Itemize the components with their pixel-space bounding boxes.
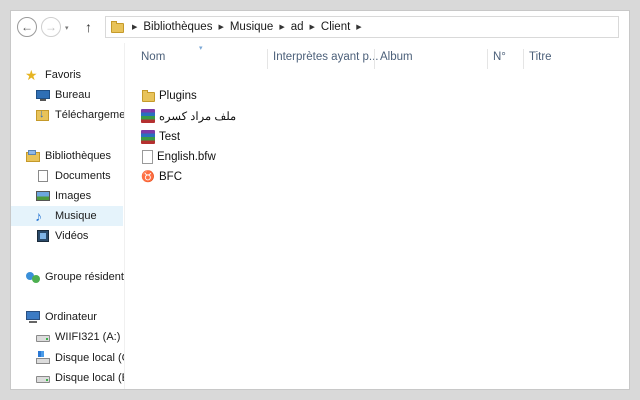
sidebar-item-drive-e[interactable]: Disque local (E:) bbox=[35, 368, 124, 388]
up-one-level-button[interactable]: ↑ bbox=[85, 19, 92, 35]
file-name: BFC bbox=[159, 171, 182, 183]
desktop-icon bbox=[35, 88, 51, 102]
sidebar-item-label: Groupe résidentiel bbox=[45, 271, 124, 283]
sidebar-item-musique[interactable]: ♪ Musique bbox=[11, 206, 123, 226]
file-name: ملف مراد كسره bbox=[159, 111, 237, 123]
music-icon: ♪ bbox=[35, 208, 42, 224]
sidebar-item-computer[interactable]: Ordinateur bbox=[25, 307, 97, 327]
folder-icon bbox=[110, 20, 126, 34]
sidebar-item-label: Téléchargements bbox=[55, 109, 125, 121]
column-header-track-number[interactable]: N° bbox=[493, 51, 506, 63]
column-divider[interactable] bbox=[487, 49, 488, 69]
explorer-window: ← → ▾ ↑ ▶ Bibliothèques ▶ Musique ▶ ad ▶… bbox=[10, 10, 630, 390]
address-bar[interactable]: ▶ Bibliothèques ▶ Musique ▶ ad ▶ Client … bbox=[105, 16, 619, 38]
computer-icon bbox=[25, 310, 41, 324]
recent-locations-chevron-icon[interactable]: ▾ bbox=[65, 24, 69, 32]
file-row[interactable]: Plugins bbox=[141, 86, 197, 106]
column-header-album[interactable]: Album bbox=[380, 51, 413, 63]
breadcrumb-item[interactable]: ad bbox=[291, 21, 304, 33]
file-name: Plugins bbox=[159, 90, 197, 102]
removable-drive-icon bbox=[35, 330, 51, 344]
file-row[interactable]: ♉ BFC bbox=[141, 167, 182, 187]
bfc-app-icon: ♉ bbox=[141, 171, 155, 183]
sidebar-item-label: Bibliothèques bbox=[45, 150, 112, 162]
folder-icon bbox=[141, 89, 155, 103]
system-drive-icon bbox=[35, 351, 51, 365]
sidebar-item-images[interactable]: Images bbox=[35, 186, 91, 206]
breadcrumb-separator-icon[interactable]: ▶ bbox=[218, 23, 223, 31]
sidebar-item-label: Ordinateur bbox=[45, 311, 97, 323]
breadcrumb-separator-icon[interactable]: ▶ bbox=[310, 23, 315, 31]
forward-button[interactable]: → bbox=[41, 17, 61, 37]
breadcrumb-item[interactable]: Musique bbox=[230, 21, 273, 33]
local-drive-icon bbox=[35, 371, 51, 385]
documents-icon bbox=[35, 169, 51, 183]
sidebar-item-label: Images bbox=[55, 190, 92, 202]
file-row[interactable]: Test bbox=[141, 127, 180, 147]
downloads-icon bbox=[35, 108, 51, 122]
sidebar-item-label: Disque local (C:) bbox=[55, 352, 124, 364]
sidebar-item-videos[interactable]: Vidéos bbox=[35, 226, 88, 246]
sidebar-item-homegroup[interactable]: Groupe résidentiel bbox=[25, 267, 124, 287]
sidebar-item-label: Disque local (E:) bbox=[55, 372, 124, 384]
rar-archive-icon bbox=[141, 109, 155, 123]
sidebar-item-documents[interactable]: Documents bbox=[35, 166, 111, 186]
file-name: English.bfw bbox=[157, 151, 216, 163]
sidebar-item-drive-a[interactable]: WIIFI321 (A:) bbox=[35, 327, 120, 347]
videos-icon bbox=[35, 229, 51, 243]
breadcrumb-item[interactable]: Client bbox=[321, 21, 350, 33]
sidebar-item-favorites[interactable]: ★ Favoris bbox=[25, 65, 81, 85]
breadcrumb-separator-icon[interactable]: ▶ bbox=[279, 23, 284, 31]
star-icon: ★ bbox=[25, 67, 38, 83]
column-header-artists[interactable]: Interprètes ayant p... bbox=[273, 51, 378, 63]
file-name: Test bbox=[159, 131, 181, 143]
navigation-pane: ★ Favoris Bureau Téléchargements Bibliot… bbox=[11, 43, 125, 389]
sort-indicator-icon: ▾ bbox=[199, 45, 203, 52]
navigation-toolbar: ← → ▾ ↑ ▶ Bibliothèques ▶ Musique ▶ ad ▶… bbox=[11, 11, 629, 43]
library-icon bbox=[25, 149, 41, 163]
sidebar-item-libraries[interactable]: Bibliothèques bbox=[25, 146, 111, 166]
breadcrumb-separator-icon[interactable]: ▶ bbox=[356, 23, 361, 31]
file-row[interactable]: English.bfw bbox=[141, 147, 216, 167]
column-divider[interactable] bbox=[267, 49, 268, 69]
sidebar-item-label: Vidéos bbox=[55, 230, 89, 242]
back-button[interactable]: ← bbox=[17, 17, 37, 37]
homegroup-icon bbox=[25, 270, 41, 284]
sidebar-item-telechargements[interactable]: Téléchargements bbox=[35, 105, 125, 125]
sidebar-item-label: Documents bbox=[55, 170, 111, 182]
column-divider[interactable] bbox=[374, 49, 375, 69]
sidebar-item-bureau[interactable]: Bureau bbox=[35, 85, 90, 105]
breadcrumb-separator-icon[interactable]: ▶ bbox=[132, 23, 137, 31]
rar-archive-icon bbox=[141, 130, 155, 144]
sidebar-item-label: Bureau bbox=[55, 89, 91, 101]
sidebar-item-label: Favoris bbox=[45, 69, 82, 81]
column-header-title[interactable]: Titre bbox=[529, 51, 552, 63]
column-divider[interactable] bbox=[523, 49, 524, 69]
sidebar-item-label: WIIFI321 (A:) bbox=[55, 331, 121, 343]
sidebar-item-drive-c[interactable]: Disque local (C:) bbox=[35, 348, 124, 368]
column-header-name[interactable]: Nom bbox=[141, 51, 165, 63]
breadcrumb-item[interactable]: Bibliothèques bbox=[143, 21, 212, 33]
sidebar-item-label: Musique bbox=[55, 210, 97, 222]
file-list-pane: ▾ Nom Interprètes ayant p... Album N° Ti… bbox=[125, 43, 629, 389]
file-row[interactable]: ملف مراد كسره bbox=[141, 106, 236, 126]
pictures-icon bbox=[35, 189, 51, 203]
document-icon bbox=[142, 150, 153, 164]
